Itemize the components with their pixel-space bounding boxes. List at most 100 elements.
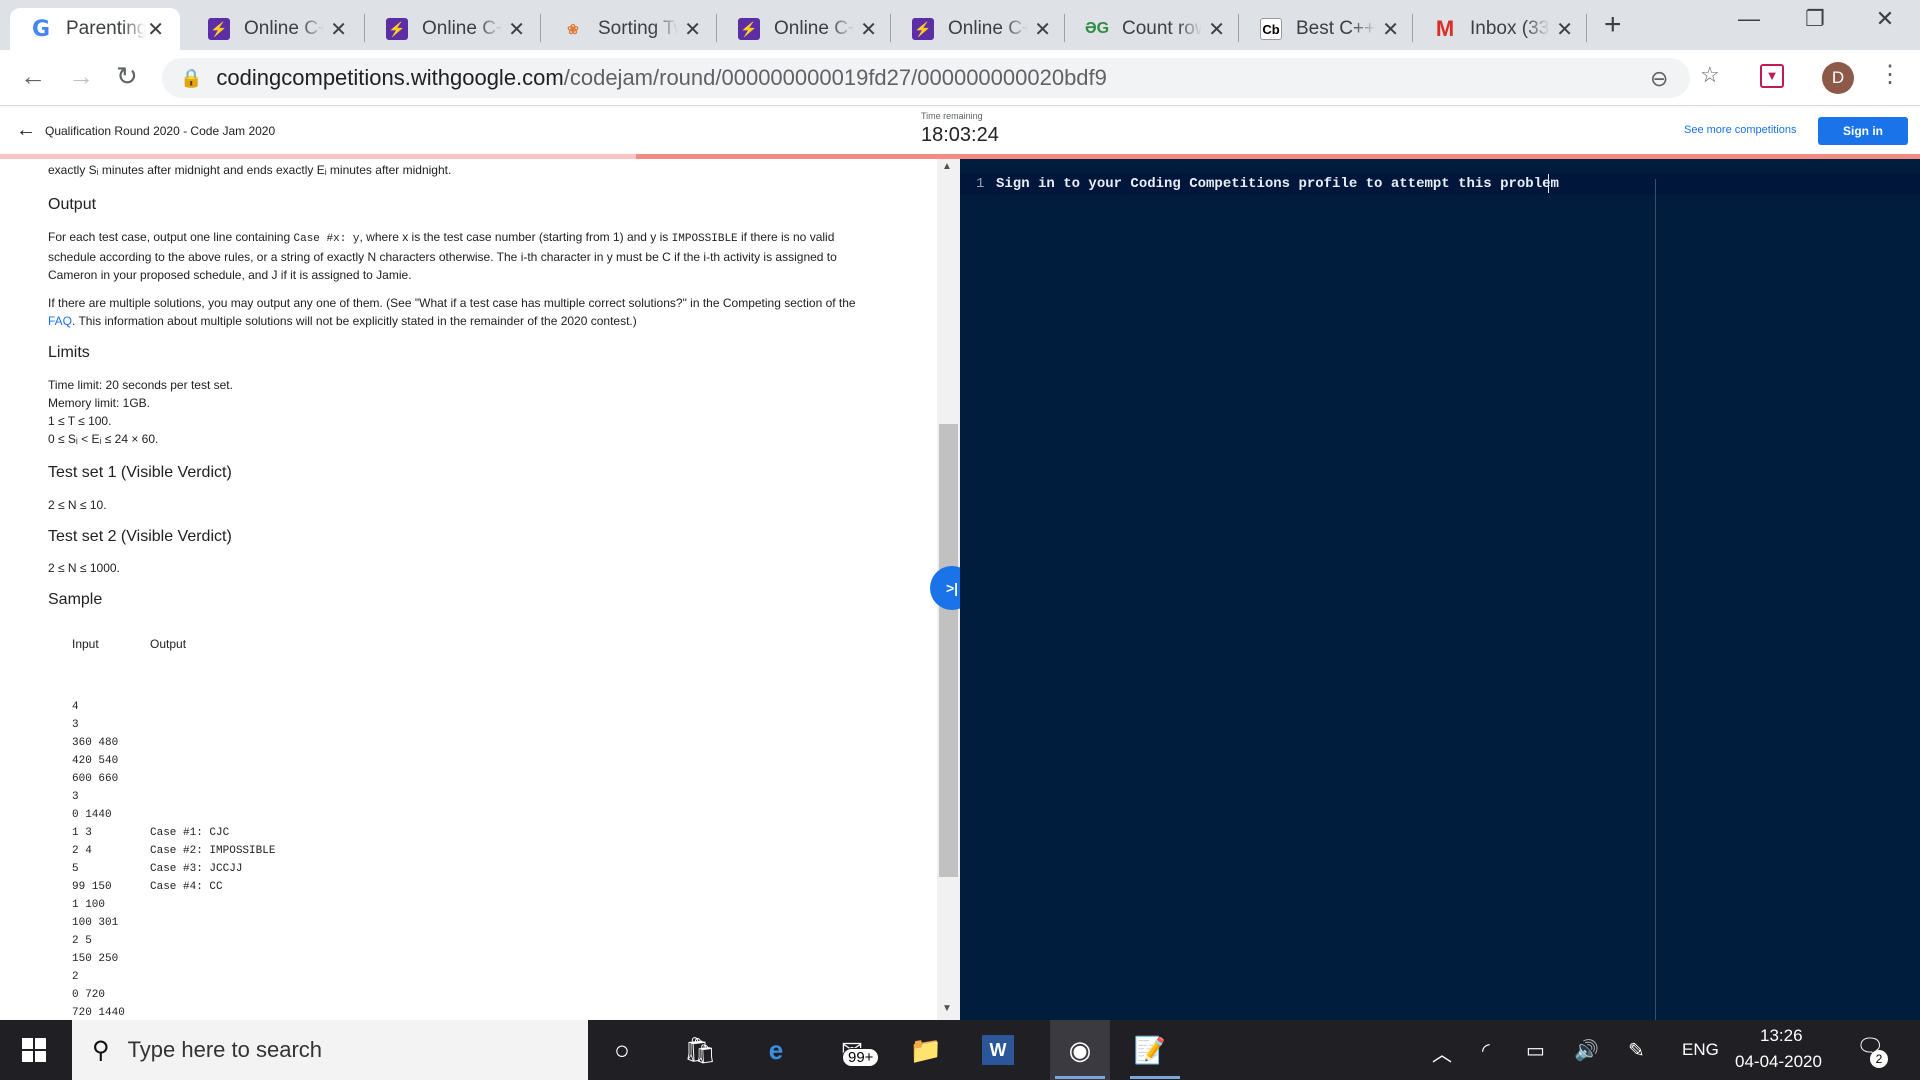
tab-online-cpp-1[interactable]: ⚡ Online C++ ✕ xyxy=(188,8,363,50)
close-icon[interactable]: ✕ xyxy=(1556,17,1573,42)
close-icon[interactable]: ✕ xyxy=(330,17,347,42)
forward-icon[interactable]: → xyxy=(68,61,94,92)
tab-count-rows[interactable]: ƏG Count rows ✕ xyxy=(1066,8,1241,50)
reload-icon[interactable]: ↻ xyxy=(116,61,138,92)
notepad-icon[interactable]: 📝 xyxy=(1130,1032,1170,1068)
close-icon[interactable]: ✕ xyxy=(860,17,877,42)
tab-separator xyxy=(716,14,717,42)
bookmark-star-icon[interactable]: ☆ xyxy=(1700,62,1720,88)
store-icon[interactable]: 🛍 xyxy=(680,1032,720,1068)
notification-count: 2 xyxy=(1870,1050,1888,1068)
active-app-indicator xyxy=(1055,1076,1105,1079)
tab-title: Online C++ xyxy=(948,18,1028,39)
editor-ruler xyxy=(1655,179,1656,1020)
mail-badge: 99+ xyxy=(842,1048,880,1067)
wifi-icon[interactable]: ◜ xyxy=(1482,1038,1490,1063)
pen-icon[interactable]: ✎ xyxy=(1628,1038,1645,1063)
code: Case #x: y xyxy=(293,233,360,245)
scroll-thumb[interactable] xyxy=(939,424,958,877)
tab-online-cpp-4[interactable]: ⚡ Online C++ ✕ xyxy=(892,8,1067,50)
text: , where x is the test case number (start… xyxy=(359,230,672,244)
cortana-icon[interactable]: ○ xyxy=(602,1032,642,1068)
browser-toolbar: ← → ↻ 🔒 codingcompetitions.withgoogle.co… xyxy=(0,50,1920,106)
tab-separator xyxy=(1412,14,1413,42)
search-placeholder: Type here to search xyxy=(127,1037,323,1062)
tab-best-cpp[interactable]: Cb Best C++ ✕ xyxy=(1240,8,1415,50)
see-more-competitions-link[interactable]: See more competitions xyxy=(1684,124,1797,136)
address-bar[interactable]: 🔒 codingcompetitions.withgoogle.com/code… xyxy=(162,58,1690,98)
tab-inbox[interactable]: M Inbox (33 ✕ xyxy=(1414,8,1589,50)
competition-header: ← Qualification Round 2020 - Code Jam 20… xyxy=(0,107,1920,159)
tab-separator xyxy=(364,14,365,42)
profile-avatar[interactable]: D xyxy=(1822,62,1854,94)
file-explorer-icon[interactable]: 📁 xyxy=(906,1032,946,1068)
tab-parenting[interactable]: G Parenting ✕ xyxy=(10,8,180,50)
test-set-1-limit: 2 ≤ N ≤ 10. xyxy=(48,498,107,512)
clock-date[interactable]: 04-04-2020 xyxy=(1735,1052,1822,1072)
sign-in-button[interactable]: Sign in xyxy=(1818,117,1908,145)
chrome-icon[interactable]: ◉ xyxy=(1050,1020,1110,1080)
limit-item: Time limit: 20 seconds per test set. xyxy=(48,378,233,392)
tab-separator xyxy=(890,14,891,42)
tab-sorting[interactable]: ❀ Sorting Two ✕ xyxy=(542,8,717,50)
bolt-icon: ⚡ xyxy=(386,18,408,40)
cb-icon: Cb xyxy=(1260,18,1282,40)
clock-time[interactable]: 13:26 xyxy=(1760,1026,1803,1046)
close-icon[interactable]: ✕ xyxy=(508,17,525,42)
text: schedule according to the above rules, o… xyxy=(48,250,837,264)
tab-separator xyxy=(1064,14,1065,42)
tab-online-cpp-3[interactable]: ⚡ Online C++ ✕ xyxy=(718,8,893,50)
tab-separator xyxy=(540,14,541,42)
text: if there is no valid xyxy=(737,230,835,244)
limit-item: 0 ≤ Sᵢ < Eᵢ ≤ 24 × 60. xyxy=(48,432,159,446)
bolt-icon: ⚡ xyxy=(208,18,230,40)
text: For each test case, output one line cont… xyxy=(48,230,294,244)
close-icon[interactable]: ✕ xyxy=(1208,17,1225,42)
tab-title: Online C++ xyxy=(422,18,502,39)
windows-start-icon[interactable] xyxy=(22,1038,46,1062)
url-host: codingcompetitions.withgoogle.com xyxy=(216,65,564,90)
tab-title: Online C++ xyxy=(244,18,324,39)
close-icon[interactable]: ✕ xyxy=(1382,17,1399,42)
battery-icon[interactable]: ▭ xyxy=(1526,1038,1545,1063)
tab-separator xyxy=(1586,14,1587,42)
close-icon[interactable]: ✕ xyxy=(147,17,164,42)
faq-link[interactable]: FAQ xyxy=(48,314,72,328)
minimize-icon[interactable]: — xyxy=(1726,6,1772,32)
back-arrow-icon[interactable]: ← xyxy=(16,119,36,142)
bolt-icon: ⚡ xyxy=(912,18,934,40)
close-icon[interactable]: ✕ xyxy=(684,17,701,42)
code-editor[interactable]: 1 Sign in to your Coding Competitions pr… xyxy=(960,159,1920,1020)
menu-icon[interactable]: ⋮ xyxy=(1878,60,1902,89)
pocket-extension-icon[interactable]: ▼ xyxy=(1760,64,1784,88)
new-tab-icon[interactable]: + xyxy=(1604,8,1622,42)
edge-icon[interactable]: e xyxy=(756,1032,796,1068)
language-indicator[interactable]: ENG xyxy=(1682,1040,1719,1060)
editor-text: Sign in to your Coding Competitions prof… xyxy=(996,176,1559,192)
tab-title: Parenting xyxy=(66,18,146,39)
close-icon[interactable]: ✕ xyxy=(1034,17,1051,42)
zoom-icon[interactable]: ⊖ xyxy=(1650,66,1668,92)
tab-title: Inbox (33 xyxy=(1470,18,1550,39)
back-icon[interactable]: ← xyxy=(20,61,46,92)
chevron-up-icon[interactable]: ︿ xyxy=(1432,1038,1452,1067)
lock-icon[interactable]: 🔒 xyxy=(180,68,202,89)
restore-icon[interactable]: ❐ xyxy=(1792,6,1838,32)
bolt-icon: ⚡ xyxy=(738,18,760,40)
scroll-up-icon[interactable]: ▲ xyxy=(942,161,952,172)
volume-icon[interactable]: 🔊 xyxy=(1574,1038,1599,1063)
time-remaining-value: 18:03:24 xyxy=(921,124,999,146)
tab-online-cpp-2[interactable]: ⚡ Online C++ ✕ xyxy=(366,8,541,50)
open-app-indicator xyxy=(1130,1076,1180,1079)
intro-line: exactly Sᵢ minutes after midnight and en… xyxy=(48,163,452,177)
text: Cameron in your proposed schedule, and J… xyxy=(48,268,412,282)
window-close-icon[interactable]: ✕ xyxy=(1862,6,1908,32)
taskbar-search[interactable]: ⚲ Type here to search xyxy=(72,1020,588,1080)
text: . This information about multiple soluti… xyxy=(72,314,637,328)
limit-item: 1 ≤ T ≤ 100. xyxy=(48,414,112,428)
word-icon[interactable]: W xyxy=(982,1035,1014,1065)
scroll-down-icon[interactable]: ▼ xyxy=(942,1003,952,1014)
sorting-icon: ❀ xyxy=(567,20,579,37)
gfg-icon: ƏG xyxy=(1084,20,1110,37)
output-paragraph-1: For each test case, output one line cont… xyxy=(48,228,878,284)
